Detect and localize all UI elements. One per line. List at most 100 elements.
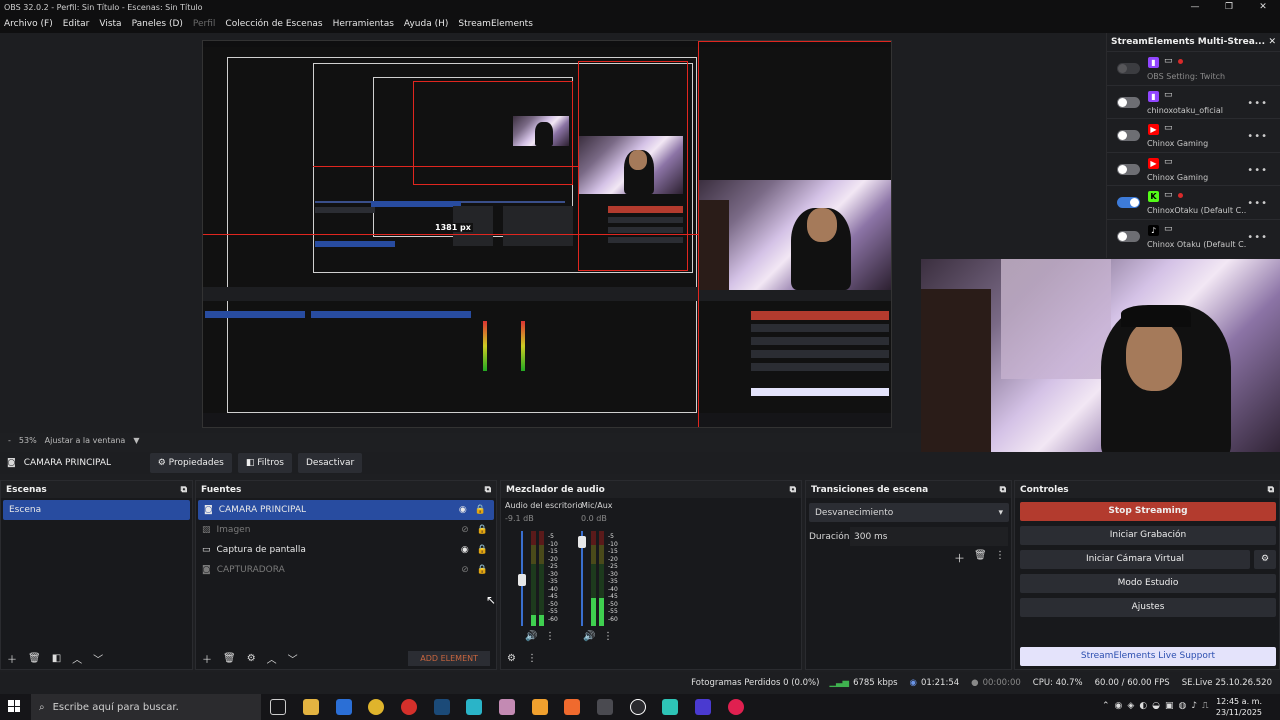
eye-icon[interactable]: ◉ — [459, 505, 467, 515]
destination-toggle[interactable] — [1117, 96, 1140, 108]
settings-button[interactable]: Ajustes — [1020, 598, 1276, 617]
app-icon[interactable] — [728, 699, 744, 715]
studio-mode-button[interactable]: Modo Estudio — [1020, 574, 1276, 593]
trash-icon[interactable]: 🗑 — [974, 550, 987, 561]
menu-dots-icon[interactable]: ⋮ — [527, 653, 537, 664]
lock-icon[interactable]: 🔒 — [477, 525, 488, 535]
more-options-icon[interactable]: ••• — [1247, 165, 1268, 176]
restore-button[interactable]: ❐ — [1212, 0, 1246, 15]
preview-canvas[interactable]: 1381 px — [202, 40, 892, 428]
source-item[interactable]: ▭ Captura de pantalla ◉ 🔒 — [196, 540, 496, 560]
start-recording-button[interactable]: Iniciar Grabación — [1020, 526, 1276, 545]
volume-fader-knob[interactable] — [518, 573, 526, 586]
app-icon[interactable] — [597, 699, 613, 715]
menu-archivo[interactable]: Archivo (F) — [4, 19, 53, 29]
source-item[interactable]: ◙ CAMARA PRINCIPAL ◉ 🔒 — [198, 500, 494, 520]
live-support-button[interactable]: StreamElements Live Support — [1020, 647, 1276, 666]
trash-icon[interactable]: 🗑 — [223, 653, 236, 664]
more-options-icon[interactable]: ••• — [1247, 131, 1268, 142]
filter-icon[interactable]: ◧ — [52, 653, 61, 664]
destination-toggle[interactable] — [1117, 230, 1140, 242]
chevron-up-icon[interactable]: ︿ — [267, 651, 277, 666]
menu-dots-icon[interactable]: ⋮ — [995, 550, 1005, 561]
se-destination-item[interactable]: ▮ ▭ OBS Setting: Twitch — [1107, 51, 1280, 85]
close-icon[interactable]: ✕ — [1268, 37, 1276, 47]
steam-icon[interactable] — [434, 699, 450, 715]
eye-hidden-icon[interactable]: ⊘ — [461, 565, 469, 575]
app-icon[interactable] — [662, 699, 678, 715]
undock-icon[interactable]: ⧉ — [1000, 485, 1006, 495]
task-view-icon[interactable] — [270, 699, 286, 715]
add-icon[interactable]: ＋ — [954, 550, 965, 566]
menu-dots-icon[interactable]: ⋮ — [603, 631, 613, 642]
volume-fader-knob[interactable] — [578, 535, 586, 548]
destination-toggle[interactable] — [1117, 63, 1140, 74]
lock-icon[interactable]: 🔒 — [477, 565, 488, 575]
more-options-icon[interactable]: ••• — [1247, 232, 1268, 243]
app-icon[interactable] — [564, 699, 580, 715]
speaker-icon[interactable]: 🔊 — [525, 631, 537, 642]
menu-editar[interactable]: Editar — [63, 19, 90, 29]
trash-icon[interactable]: 🗑 — [28, 653, 41, 664]
undock-icon[interactable]: ⧉ — [485, 485, 491, 495]
virtual-camera-settings-icon[interactable]: ⚙ — [1254, 550, 1276, 569]
deactivate-button[interactable]: Desactivar — [298, 453, 363, 473]
menu-perfil[interactable]: Perfil — [193, 19, 216, 29]
se-destination-item[interactable]: K ▭ ChinoxOtaku (Default C... ••• — [1107, 185, 1280, 219]
undock-icon[interactable]: ⧉ — [790, 485, 796, 495]
menu-coleccion[interactable]: Colección de Escenas — [225, 19, 322, 29]
menu-paneles[interactable]: Paneles (D) — [132, 19, 183, 29]
tray-icons[interactable]: ⌃◉◈◐◒▣◍♪⎍ — [1102, 701, 1213, 711]
zoom-out-button[interactable]: - — [8, 436, 11, 445]
mixer-settings-icon[interactable]: ⚙ — [507, 653, 516, 664]
source-item[interactable]: ◙ CAPTURADORA ⊘ 🔒 — [196, 560, 496, 580]
more-options-icon[interactable]: ••• — [1247, 198, 1268, 209]
more-options-icon[interactable]: ••• — [1247, 98, 1268, 109]
source-item[interactable]: ▨ Imagen ⊘ 🔒 — [196, 520, 496, 540]
stop-streaming-button[interactable]: Stop Streaming — [1020, 502, 1276, 521]
transition-select[interactable]: Desvanecimiento ▾ — [809, 503, 1009, 522]
duration-input[interactable]: 300 ms — [850, 527, 1008, 546]
app-icon[interactable] — [499, 699, 515, 715]
chevron-down-icon[interactable]: ▼ — [133, 436, 139, 445]
app-icon[interactable] — [466, 699, 482, 715]
se-destination-item[interactable]: ▶ ▭ Chinox Gaming ••• — [1107, 118, 1280, 152]
chevron-down-icon[interactable]: ﹀ — [93, 651, 103, 666]
undock-icon[interactable]: ⧉ — [181, 485, 187, 495]
add-icon[interactable]: ＋ — [7, 651, 17, 666]
se-destination-item[interactable]: ▮ ▭ chinoxotaku_oficial ••• — [1107, 84, 1280, 119]
lock-icon[interactable]: 🔒 — [477, 545, 488, 555]
fit-window-button[interactable]: Ajustar a la ventana — [45, 436, 126, 445]
menu-dots-icon[interactable]: ⋮ — [545, 631, 555, 642]
app-icon[interactable] — [695, 699, 711, 715]
gear-icon[interactable]: ⚙ — [247, 653, 256, 664]
taskbar-clock[interactable]: 12:45 a. m. 23/11/2025 — [1216, 696, 1262, 718]
windows-start-icon[interactable] — [8, 700, 20, 712]
virtual-camera-button[interactable]: Iniciar Cámara Virtual — [1020, 550, 1250, 569]
chevron-up-icon[interactable]: ︿ — [72, 651, 82, 666]
taskbar-search[interactable]: ⌕ Escribe aquí para buscar. — [31, 694, 261, 720]
minimize-button[interactable]: — — [1178, 0, 1212, 15]
menu-ayuda[interactable]: Ayuda (H) — [404, 19, 448, 29]
se-destination-item[interactable]: ▶ ▭ Chinox Gaming ••• — [1107, 151, 1280, 186]
app-icon[interactable] — [532, 699, 548, 715]
eye-icon[interactable]: ◉ — [461, 545, 469, 555]
speaker-icon[interactable]: 🔊 — [583, 631, 595, 642]
obs-icon[interactable] — [630, 699, 646, 715]
destination-toggle[interactable] — [1117, 163, 1140, 175]
menu-vista[interactable]: Vista — [99, 19, 121, 29]
add-element-button[interactable]: ADD ELEMENT — [408, 650, 490, 666]
eye-hidden-icon[interactable]: ⊘ — [461, 525, 469, 535]
lock-icon[interactable]: 🔒 — [475, 505, 486, 515]
properties-button[interactable]: ⚙ Propiedades — [149, 453, 232, 473]
undock-icon[interactable]: ⧉ — [1268, 485, 1274, 495]
filters-button[interactable]: ◧ Filtros — [237, 453, 292, 473]
add-icon[interactable]: ＋ — [202, 651, 212, 666]
destination-toggle[interactable] — [1117, 130, 1140, 141]
menu-streamelements[interactable]: StreamElements — [458, 19, 533, 29]
se-destination-item[interactable]: ♪ ▭ Chinox Otaku (Default C... ••• — [1107, 218, 1280, 253]
destination-toggle[interactable] — [1117, 197, 1140, 208]
opera-icon[interactable] — [401, 699, 417, 715]
file-explorer-icon[interactable] — [303, 699, 319, 715]
close-button[interactable]: ✕ — [1246, 0, 1280, 15]
